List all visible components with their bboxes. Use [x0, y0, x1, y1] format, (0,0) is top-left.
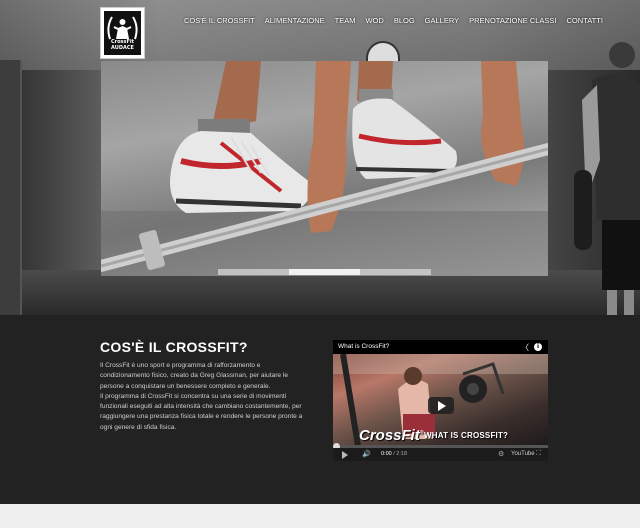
volume-icon[interactable]: 🔊 — [362, 450, 371, 458]
about-section: COS'È IL CROSSFIT? Il CrossFit è uno spo… — [0, 315, 640, 504]
video-title[interactable]: What is CrossFit? — [333, 340, 548, 354]
gym-floor — [0, 270, 640, 315]
nav-item-prenotazione[interactable]: PRENOTAZIONE CLASSI — [469, 16, 556, 25]
gym-ceiling — [0, 0, 640, 70]
nav-item-wod[interactable]: WOD — [365, 16, 383, 25]
video-controls: 🔊 0:00 / 2:18 ⚙ YouTube ⛶ — [333, 448, 548, 461]
nav-item-crossfit[interactable]: COS'È IL CROSSFIT — [184, 16, 255, 25]
youtube-logo[interactable]: YouTube — [511, 451, 535, 457]
fullscreen-icon[interactable]: ⛶ — [536, 450, 541, 458]
about-paragraph-1: Il CrossFit è uno sport e programma di r… — [100, 362, 289, 390]
deadlift-photo — [101, 61, 548, 276]
nav-item-team[interactable]: TEAM — [335, 16, 356, 25]
nav-item-gallery[interactable]: GALLERY — [425, 16, 459, 25]
nav-item-alimentazione[interactable]: ALIMENTAZIONE — [265, 16, 325, 25]
gym-door — [0, 60, 22, 315]
video-caption-overlay: WHAT IS CROSSFIT? — [424, 431, 509, 440]
crossfit-audace-logo[interactable]: CrossFit AUDACE — [100, 7, 145, 59]
nav-item-contatti[interactable]: CONTATTI — [567, 16, 603, 25]
video-brand-text: CrossFit — [359, 427, 420, 444]
about-title: COS'È IL CROSSFIT? — [100, 339, 248, 355]
slider-dot-1[interactable] — [218, 269, 289, 275]
video-time: 0:00 / 2:18 — [381, 451, 407, 457]
about-paragraph-2: Il programma di CrossFit si concentra su… — [100, 392, 303, 431]
hero-slide-image[interactable] — [101, 61, 548, 276]
athlete-figure — [574, 42, 640, 315]
video-brand-overlay: CrossFit® — [359, 427, 424, 444]
logo-emblem: CrossFit AUDACE — [104, 11, 141, 55]
video-brand-mark: ® — [419, 430, 424, 436]
duration: / 2:18 — [393, 451, 408, 457]
settings-gear-icon[interactable]: ⚙ — [498, 450, 504, 458]
nav-item-blog[interactable]: BLOG — [394, 16, 415, 25]
info-icon[interactable]: i — [534, 343, 542, 351]
slider-dot-2[interactable] — [289, 269, 360, 275]
about-text: Il CrossFit è uno sport e programma di r… — [100, 361, 310, 433]
logo-line2: AUDACE — [111, 45, 134, 51]
video-play-button[interactable] — [428, 397, 454, 414]
youtube-video-player[interactable]: What is CrossFit? 〈 i CrossFit® WHAT IS … — [333, 340, 548, 461]
share-icon[interactable]: 〈 — [521, 342, 529, 353]
play-icon[interactable] — [342, 451, 348, 459]
logo-text: CrossFit AUDACE — [104, 39, 141, 51]
current-time: 0:00 — [381, 451, 392, 457]
slider-indicators — [218, 269, 431, 275]
main-nav: COS'È IL CROSSFIT ALIMENTAZIONE TEAM WOD… — [184, 16, 613, 25]
slider-dot-3[interactable] — [360, 269, 431, 275]
